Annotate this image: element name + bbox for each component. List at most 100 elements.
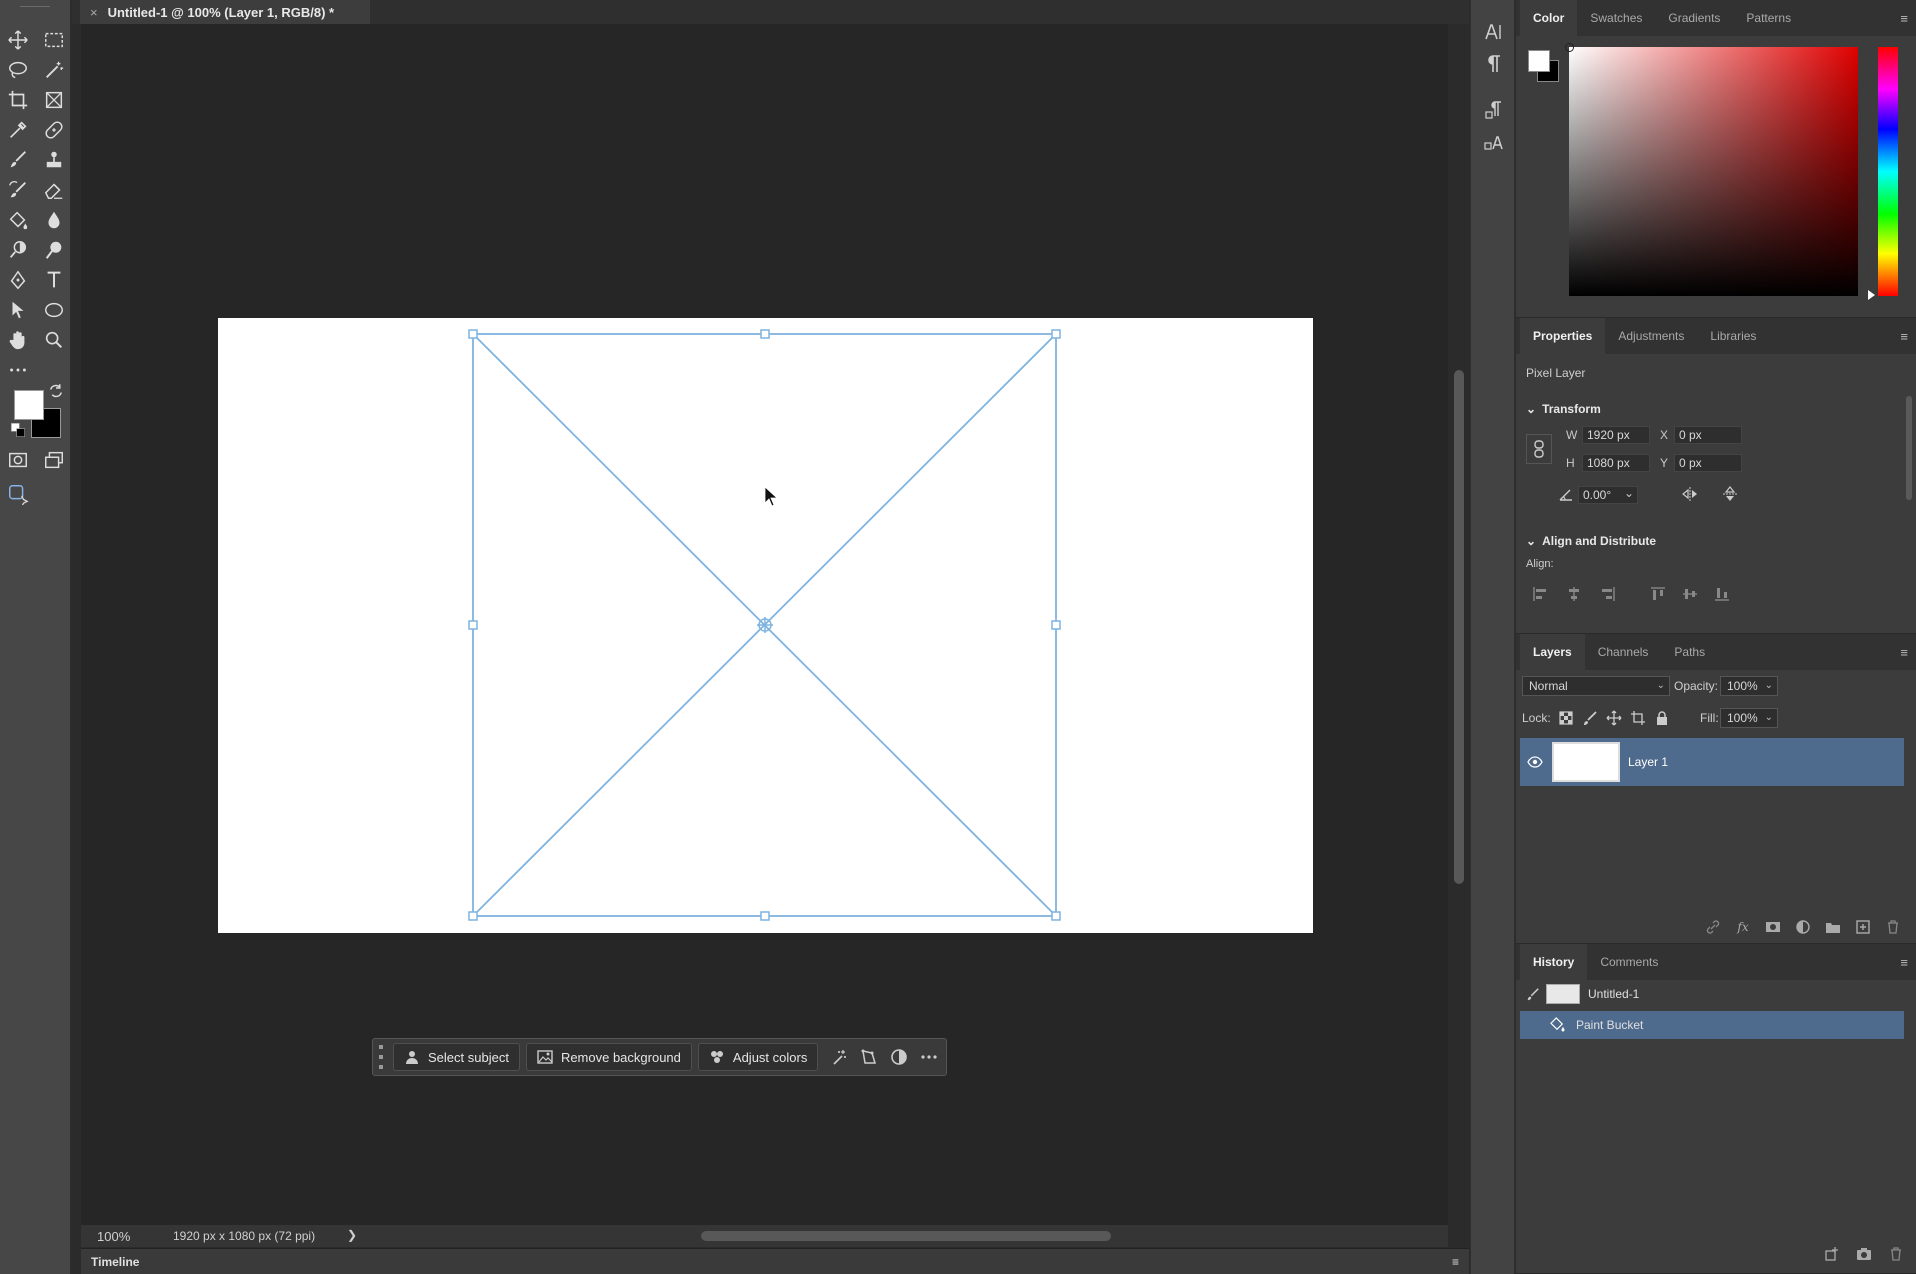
tab-gradients[interactable]: Gradients xyxy=(1655,0,1733,36)
layer-row[interactable]: Layer 1 xyxy=(1520,738,1904,786)
adjustment-icon[interactable] xyxy=(1792,916,1814,938)
remove-background-button[interactable]: Remove background xyxy=(525,1043,692,1071)
align-vertical-centers-icon[interactable] xyxy=(1680,584,1700,604)
paint-bucket-icon[interactable] xyxy=(4,206,32,234)
layer-thumbnail[interactable] xyxy=(1552,742,1620,782)
group-icon[interactable] xyxy=(1822,916,1844,938)
default-colors-icon[interactable] xyxy=(10,422,26,438)
tab-swatches[interactable]: Swatches xyxy=(1577,0,1655,36)
select-subject-button[interactable]: Select subject xyxy=(393,1043,520,1071)
lock-artboard-icon[interactable] xyxy=(1628,708,1648,728)
screen-mode-icon[interactable] xyxy=(40,446,68,474)
tab-properties[interactable]: Properties xyxy=(1520,318,1606,354)
healing-brush-icon[interactable] xyxy=(40,116,68,144)
transform-icon[interactable] xyxy=(854,1043,884,1071)
flip-horizontal-icon[interactable] xyxy=(1680,484,1700,504)
history-panel-menu-icon[interactable]: ≡ xyxy=(1900,955,1908,970)
history-state-row[interactable]: Paint Bucket xyxy=(1520,1011,1904,1039)
align-right-edges-icon[interactable] xyxy=(1598,584,1618,604)
ellipse-icon[interactable] xyxy=(40,296,68,324)
link-icon[interactable] xyxy=(1702,916,1724,938)
color-panel-foreground-swatch[interactable] xyxy=(1528,50,1550,72)
magic-wand-icon[interactable] xyxy=(40,56,68,84)
fill-field[interactable]: 100% ⌄ xyxy=(1720,708,1778,728)
pen-icon[interactable] xyxy=(4,266,32,294)
hand-icon[interactable] xyxy=(4,326,32,354)
transform-section-header[interactable]: ⌄ Transform xyxy=(1526,402,1601,416)
eyedropper-icon[interactable] xyxy=(4,116,32,144)
frame-icon[interactable] xyxy=(40,86,68,114)
blur-icon[interactable] xyxy=(40,206,68,234)
layers-panel-menu-icon[interactable]: ≡ xyxy=(1900,645,1908,660)
paragraph-styles-icon[interactable] xyxy=(1480,96,1508,124)
path-selection-icon[interactable] xyxy=(4,296,32,324)
align-bottom-edges-icon[interactable] xyxy=(1712,584,1732,604)
more-tools-icon[interactable] xyxy=(4,356,32,384)
document-tab[interactable]: × Untitled-1 @ 100% (Layer 1, RGB/8) * xyxy=(80,0,370,24)
tab-layers[interactable]: Layers xyxy=(1520,634,1585,670)
character-panel-icon[interactable] xyxy=(1480,18,1508,46)
color-panel-menu-icon[interactable]: ≡ xyxy=(1900,11,1908,26)
hue-slider-handle[interactable] xyxy=(1868,290,1875,300)
horizontal-scrollbar[interactable] xyxy=(701,1231,1111,1241)
flip-vertical-icon[interactable] xyxy=(1720,484,1740,504)
tab-history[interactable]: History xyxy=(1520,944,1588,980)
align-left-edges-icon[interactable] xyxy=(1530,584,1550,604)
opacity-field[interactable]: 100% ⌄ xyxy=(1720,676,1778,696)
hue-slider[interactable] xyxy=(1878,47,1898,296)
lock-image-pixels-icon[interactable] xyxy=(1580,708,1600,728)
canvas-area[interactable]: Select subject Remove background Adjust … xyxy=(81,24,1448,1225)
layer-name[interactable]: Layer 1 xyxy=(1628,755,1668,769)
tab-channels[interactable]: Channels xyxy=(1585,634,1662,670)
blend-mode-select[interactable]: Normal ⌄ xyxy=(1522,676,1670,696)
toolbar-grip[interactable] xyxy=(20,6,50,9)
brush-icon[interactable] xyxy=(4,146,32,174)
lasso-icon[interactable] xyxy=(4,56,32,84)
align-horizontal-centers-icon[interactable] xyxy=(1564,584,1584,604)
delete-icon[interactable] xyxy=(1882,916,1904,938)
more-icon[interactable] xyxy=(914,1043,944,1071)
height-field[interactable]: 1080 px xyxy=(1582,454,1650,472)
adjust-colors-button[interactable]: Adjust colors xyxy=(697,1043,819,1071)
contrast-icon[interactable] xyxy=(884,1043,914,1071)
paragraph-panel-icon[interactable] xyxy=(1480,50,1508,78)
crop-icon[interactable] xyxy=(4,86,32,114)
fx-icon[interactable]: fx xyxy=(1732,916,1754,938)
character-styles-icon[interactable] xyxy=(1480,128,1508,156)
properties-scrollbar[interactable] xyxy=(1906,396,1912,500)
rectangular-marquee-icon[interactable] xyxy=(40,26,68,54)
lock-all-icon[interactable] xyxy=(1652,708,1672,728)
align-top-edges-icon[interactable] xyxy=(1648,584,1668,604)
visibility-eye-icon[interactable] xyxy=(1520,754,1550,770)
new-snapshot-icon[interactable] xyxy=(1854,1244,1874,1264)
sponge-icon[interactable] xyxy=(40,236,68,264)
vertical-scrollbar[interactable] xyxy=(1454,370,1464,884)
y-field[interactable]: 0 px xyxy=(1674,454,1742,472)
angle-dropdown-chevron-icon[interactable]: ⌄ xyxy=(1624,486,1634,500)
taskbar-grip[interactable] xyxy=(377,1045,385,1069)
status-menu-arrow-icon[interactable]: ❯ xyxy=(347,1228,357,1242)
dodge-icon[interactable] xyxy=(4,236,32,264)
properties-panel-menu-icon[interactable]: ≡ xyxy=(1900,329,1908,344)
history-brush-source-icon[interactable] xyxy=(1520,987,1546,1001)
new-document-from-state-icon[interactable] xyxy=(1822,1244,1842,1264)
align-distribute-section-header[interactable]: ⌄ Align and Distribute xyxy=(1526,534,1656,548)
tab-color[interactable]: Color xyxy=(1520,0,1578,36)
quick-mask-icon[interactable] xyxy=(4,446,32,474)
history-snapshot-row[interactable]: Untitled-1 xyxy=(1520,980,1904,1008)
new-layer-icon[interactable] xyxy=(1852,916,1874,938)
tab-patterns[interactable]: Patterns xyxy=(1733,0,1804,36)
saturation-brightness-field[interactable] xyxy=(1569,47,1858,296)
swap-colors-icon[interactable] xyxy=(47,382,65,400)
clone-stamp-icon[interactable] xyxy=(40,146,68,174)
close-tab-icon[interactable]: × xyxy=(90,5,98,20)
lock-transparent-pixels-icon[interactable] xyxy=(1556,708,1576,728)
timeline-label[interactable]: Timeline xyxy=(91,1255,139,1269)
width-field[interactable]: 1920 px xyxy=(1582,426,1650,444)
link-dimensions-icon[interactable] xyxy=(1526,434,1552,464)
tab-libraries[interactable]: Libraries xyxy=(1697,318,1769,354)
sparkle-icon[interactable] xyxy=(824,1043,854,1071)
type-icon[interactable] xyxy=(40,266,68,294)
tab-comments[interactable]: Comments xyxy=(1587,944,1671,980)
generative-icon[interactable] xyxy=(4,480,32,508)
